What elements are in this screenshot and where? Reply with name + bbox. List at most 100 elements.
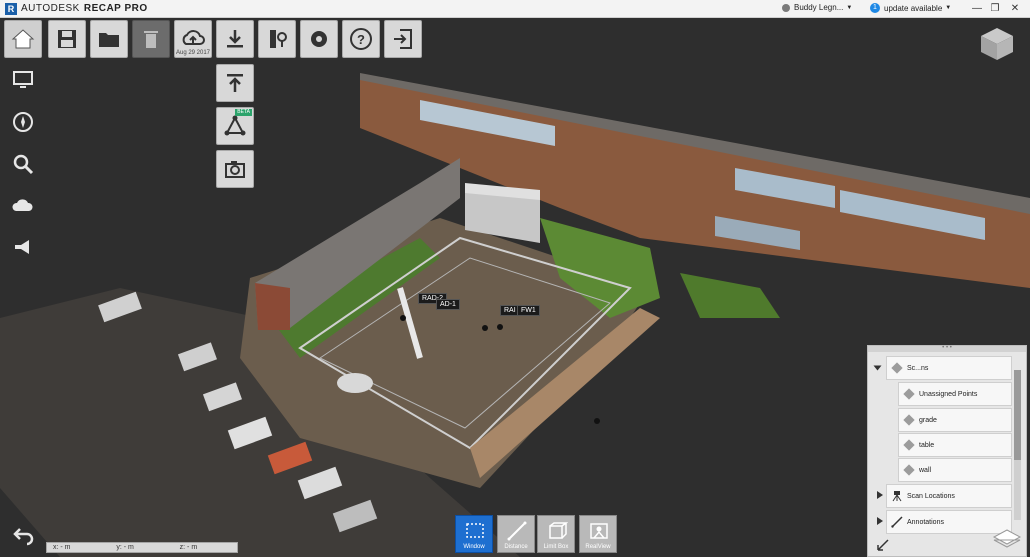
tree-label: grade (919, 416, 937, 424)
minimize-button[interactable]: — (968, 1, 986, 16)
distance-button[interactable]: Distance (497, 515, 535, 553)
download-icon (227, 30, 243, 48)
tree-item-scan-locations[interactable]: Scan Locations (886, 484, 1012, 508)
cube-icon (903, 439, 915, 451)
tree-item-grade[interactable]: grade (898, 408, 1012, 432)
upload-date: Aug 29 2017 (175, 50, 211, 56)
download-button[interactable] (216, 20, 254, 58)
tree-label: table (919, 441, 935, 449)
tree-item-wall[interactable]: wall (898, 458, 1012, 482)
layers-icon[interactable] (992, 526, 1022, 550)
restore-button[interactable]: ❐ (986, 1, 1004, 16)
cube-icon (903, 414, 915, 426)
mesh-beta-button[interactable]: BETA (216, 107, 254, 145)
coord-z: z: - m (179, 544, 198, 551)
realview-label: RealView (585, 544, 611, 550)
exit-button[interactable] (384, 20, 422, 58)
zoom-button[interactable] (8, 149, 38, 179)
tree-item-table[interactable]: table (898, 433, 1012, 457)
cloud-icon (12, 199, 33, 211)
pin-tool-button[interactable] (258, 20, 296, 58)
expand-arrow-icon[interactable] (877, 491, 883, 499)
upload-arrow-icon (227, 74, 243, 92)
annotation-icon (891, 516, 903, 528)
brand-label: AUTODESK (21, 3, 80, 14)
user-icon (782, 3, 790, 12)
autodesk-logo-icon: R (5, 2, 17, 15)
home-icon (11, 29, 35, 49)
gear-icon (311, 31, 327, 47)
navigation-button[interactable] (8, 107, 38, 137)
realview-icon (590, 523, 608, 539)
camera-tripod-icon (891, 490, 903, 502)
megaphone-icon (15, 240, 29, 254)
export-button[interactable] (216, 64, 254, 102)
settings-button[interactable] (300, 20, 338, 58)
view-cube[interactable] (979, 26, 1015, 62)
panel-scroll-thumb[interactable] (1014, 370, 1021, 460)
update-menu[interactable]: 1 update available ▼ (870, 3, 951, 13)
open-button[interactable] (90, 20, 128, 58)
title-bar: R AUTODESK RECAP PRO Buddy Legn... ▼ 1 u… (0, 0, 1030, 18)
trash-icon (144, 31, 158, 48)
limit-box-button[interactable]: Limit Box (537, 515, 575, 553)
tree-label: Sc...ns (907, 364, 929, 372)
delete-button[interactable] (132, 20, 170, 58)
help-icon: ? (350, 28, 372, 50)
cube-icon (891, 362, 903, 374)
home-button[interactable] (4, 20, 42, 58)
undo-icon (13, 528, 34, 546)
monitor-icon (13, 71, 33, 88)
info-icon: 1 (870, 3, 880, 13)
realview-button[interactable]: RealView (579, 515, 617, 553)
upload-button[interactable]: Aug 29 2017 (174, 20, 212, 58)
tree-label: Unassigned Points (919, 390, 978, 398)
coordinate-readout: x: - m y: - m z: - m (46, 542, 238, 553)
tree-label: Annotations (907, 518, 944, 526)
limit-box-label: Limit Box (543, 544, 569, 550)
chevron-down-icon: ▼ (945, 5, 952, 11)
camera-icon (225, 161, 245, 178)
window-label: Window (463, 544, 485, 550)
exit-icon (394, 29, 412, 49)
chevron-down-icon: ▼ (846, 4, 853, 11)
user-menu[interactable]: Buddy Legn... ▼ (782, 3, 852, 12)
window-select-button[interactable]: Window (455, 515, 493, 553)
collapse-arrow-icon[interactable] (873, 365, 882, 371)
resize-arrow-icon[interactable] (876, 538, 890, 552)
save-icon (58, 30, 76, 48)
coord-y: y: - m (116, 544, 134, 551)
display-settings-button[interactable] (8, 65, 38, 95)
panel-handle[interactable]: • • • (868, 345, 1026, 352)
svg-text:?: ? (357, 32, 365, 47)
save-button[interactable] (48, 20, 86, 58)
expand-arrow-icon[interactable] (877, 517, 883, 525)
help-button[interactable]: ? (342, 20, 380, 58)
window-select-icon (466, 523, 484, 538)
coord-x: x: - m (53, 544, 71, 551)
scan-label-ad1[interactable]: AD-1 (436, 299, 460, 310)
tree-item-unassigned[interactable]: Unassigned Points (898, 382, 1012, 406)
announce-button[interactable] (8, 232, 38, 262)
project-tree-panel: • • • Sc...ns Unassigned Points grade ta… (867, 345, 1027, 557)
scan-label-fw1[interactable]: FW1 (517, 305, 540, 316)
search-icon (13, 154, 34, 175)
view-cube-icon (981, 28, 1013, 60)
update-label: update available (884, 3, 943, 13)
cube-icon (903, 388, 915, 400)
product-label: RECAP PRO (83, 3, 148, 14)
distance-label: Distance (504, 544, 528, 550)
undo-button[interactable] (8, 520, 38, 550)
tree-label: wall (919, 466, 932, 474)
folder-icon (99, 33, 119, 47)
compass-icon (13, 112, 33, 132)
tree-item-scans[interactable]: Sc...ns (886, 356, 1012, 380)
close-button[interactable]: ✕ (1006, 1, 1024, 16)
cloud-button[interactable] (8, 190, 38, 220)
snapshot-button[interactable] (216, 150, 254, 188)
beta-badge: BETA (235, 109, 252, 116)
cloud-upload-icon (182, 30, 205, 45)
mesh-icon (224, 115, 246, 136)
tree-label: Scan Locations (907, 492, 955, 500)
cube-icon (903, 464, 915, 476)
